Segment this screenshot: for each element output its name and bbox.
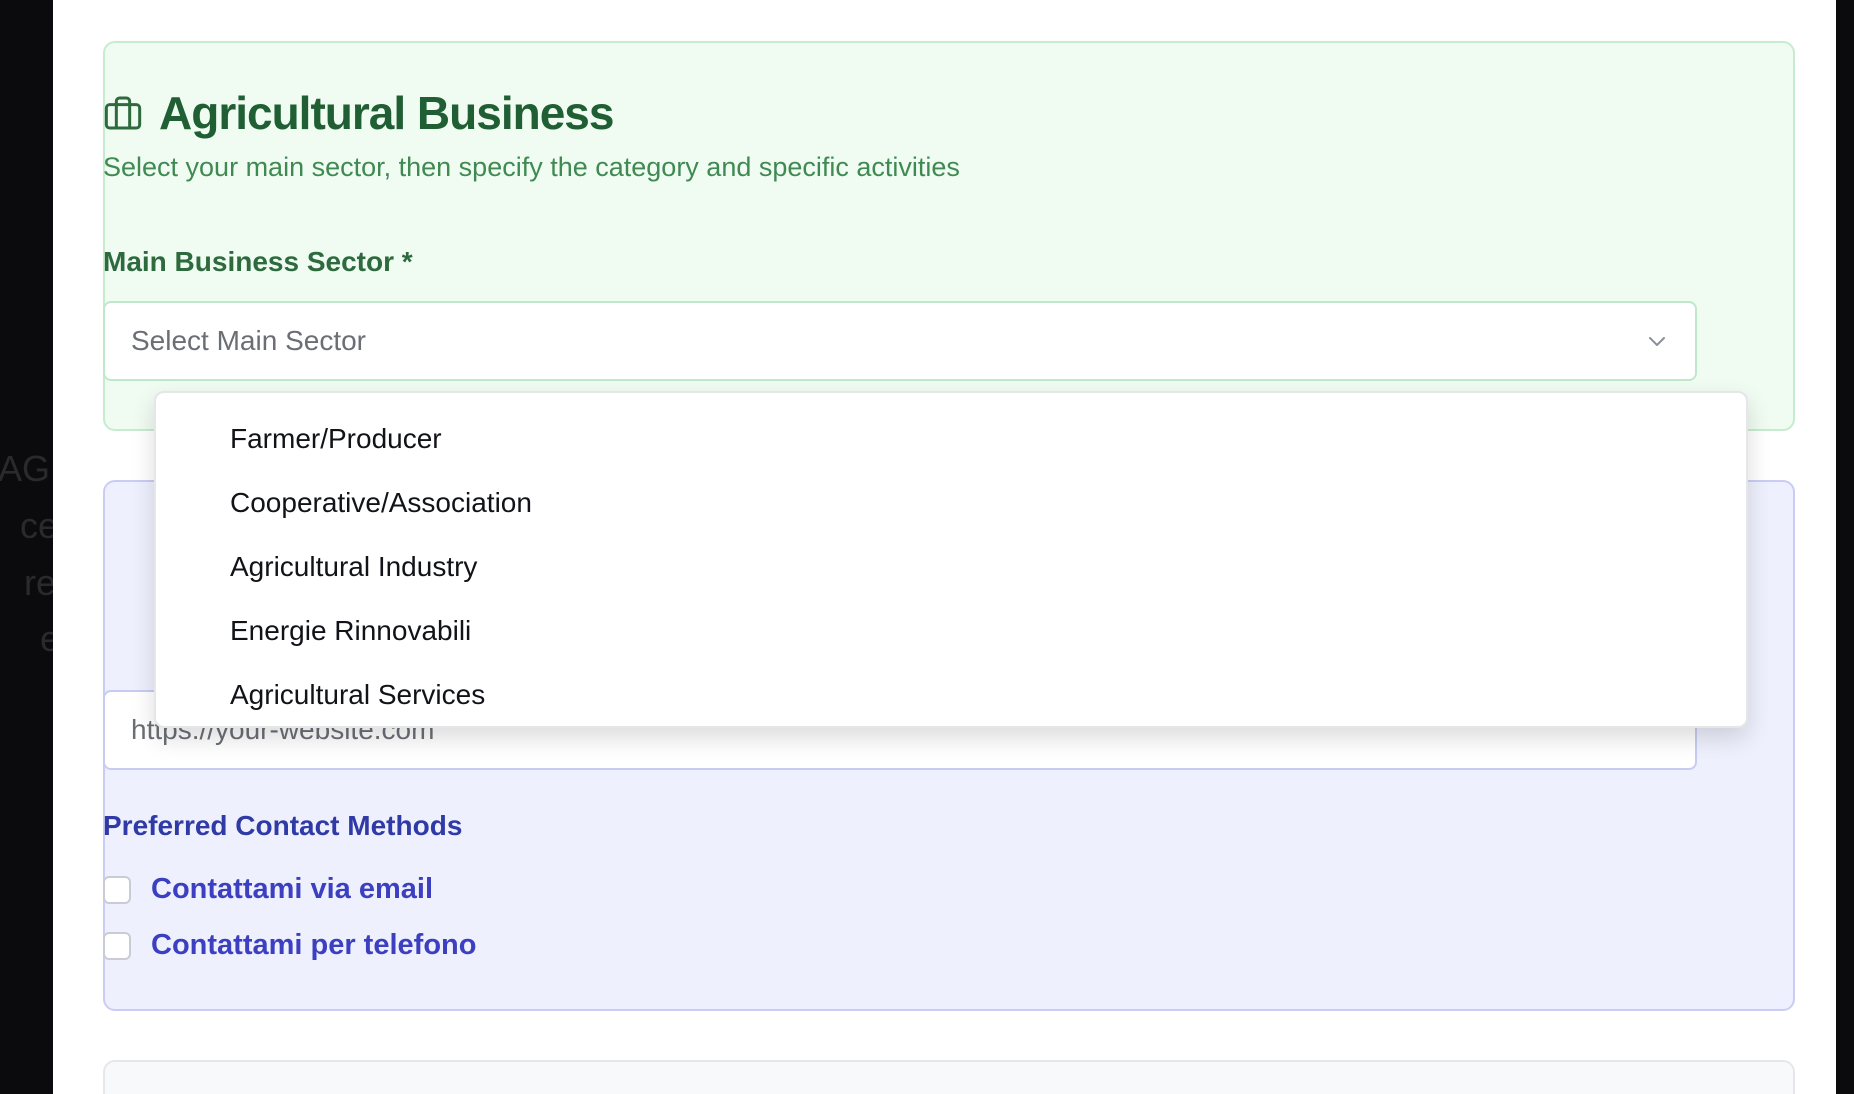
business-heading: Agricultural Business xyxy=(103,86,614,140)
backdrop-text: re xyxy=(24,562,53,603)
chevron-down-icon[interactable] xyxy=(1645,329,1669,353)
backdrop-right xyxy=(1836,0,1854,1094)
phone-checkbox[interactable] xyxy=(103,931,131,960)
form-modal: Agricultural Business Select your main s… xyxy=(53,0,1836,1094)
backdrop-text: e xyxy=(40,618,53,659)
sector-option-farmer[interactable]: Farmer/Producer xyxy=(156,407,1746,471)
backdrop-text: ce xyxy=(20,505,53,546)
business-subtitle: Select your main sector, then specify th… xyxy=(103,152,960,182)
backdrop-left: AGR ce re e xyxy=(0,0,53,1094)
backdrop-text: AGR xyxy=(0,448,53,489)
email-checkbox[interactable] xyxy=(103,875,131,904)
main-sector-select[interactable]: Select Main Sector xyxy=(103,301,1697,381)
sector-option-cooperative[interactable]: Cooperative/Association xyxy=(156,471,1746,535)
main-sector-label: Main Business Sector * xyxy=(103,246,413,277)
sector-option-services[interactable]: Agricultural Services xyxy=(156,663,1746,727)
contact-methods-label: Preferred Contact Methods xyxy=(103,810,463,841)
contact-email-option[interactable]: Contattami via email xyxy=(103,873,433,906)
next-card xyxy=(103,1060,1795,1094)
sector-option-industry[interactable]: Agricultural Industry xyxy=(156,535,1746,599)
briefcase-icon xyxy=(104,96,142,130)
main-sector-dropdown: Farmer/Producer Cooperative/Association … xyxy=(154,391,1748,728)
business-title: Agricultural Business xyxy=(159,87,614,139)
main-sector-placeholder: Select Main Sector xyxy=(131,325,366,356)
sector-option-renewables[interactable]: Energie Rinnovabili xyxy=(156,599,1746,663)
email-checkbox-label[interactable]: Contattami via email xyxy=(151,873,433,906)
contact-phone-option[interactable]: Contattami per telefono xyxy=(103,929,476,962)
phone-checkbox-label[interactable]: Contattami per telefono xyxy=(151,929,476,962)
